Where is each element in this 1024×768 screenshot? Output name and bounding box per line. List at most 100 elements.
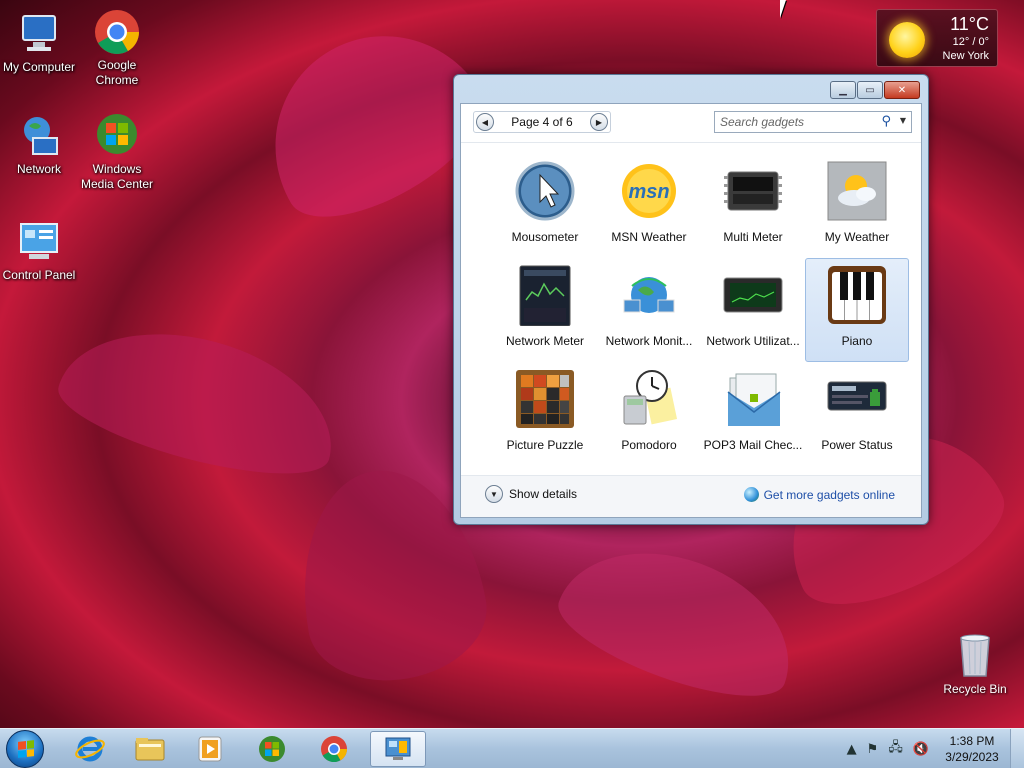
restore-button[interactable]: ▭ — [857, 81, 883, 99]
gadget-label: Piano — [841, 334, 873, 348]
page-label: Page 4 of 6 — [511, 115, 573, 129]
chevron-left-icon: ◀ — [481, 117, 489, 127]
pop3-mail-icon — [722, 368, 784, 430]
media-center-icon — [259, 736, 285, 762]
taskbar-internet-explorer[interactable] — [62, 731, 118, 767]
my-weather-icon — [826, 160, 888, 222]
get-more-gadgets-label: Get more gadgets online — [763, 487, 895, 502]
clock-time: 1:38 PM — [949, 734, 995, 748]
gadget-tile[interactable]: Power Status — [805, 362, 909, 466]
recycle-bin-icon — [951, 630, 999, 680]
network-disconnected-icon[interactable]: 🖧 — [888, 738, 903, 760]
minimize-icon: ▁ — [839, 84, 847, 96]
gadget-tile[interactable]: Multi Meter — [701, 154, 805, 258]
taskbar-chrome[interactable] — [306, 731, 362, 767]
svg-text:msn: msn — [628, 181, 669, 203]
windows-logo-icon — [18, 740, 34, 758]
search-input[interactable] — [720, 115, 870, 129]
multi-meter-icon — [722, 160, 784, 222]
network-icon — [15, 112, 63, 160]
taskbar-media-center[interactable] — [244, 731, 300, 767]
next-page-button[interactable]: ▶ — [589, 113, 608, 131]
get-more-gadgets-link[interactable]: Get more gadgets online — [743, 487, 895, 502]
gadget-label: Multi Meter — [723, 230, 783, 244]
internet-explorer-icon — [75, 736, 105, 762]
restore-icon: ▭ — [865, 84, 875, 96]
show-details-button[interactable]: ▼ Show details — [485, 485, 577, 503]
computer-icon — [15, 10, 63, 58]
gadget-tile-selected[interactable]: Piano — [805, 258, 909, 362]
power-status-icon — [826, 368, 888, 430]
close-button[interactable]: ✕ — [884, 81, 920, 99]
explorer-folder-icon — [135, 738, 165, 761]
gadget-tile[interactable]: Network Monit... — [597, 258, 701, 362]
globe-icon — [743, 487, 759, 502]
page-navigator: ◀ Page 4 of 6 ▶ — [473, 111, 611, 133]
desktop-icon-my-computer[interactable]: My Computer — [0, 10, 78, 75]
taskbar-gadgets[interactable] — [370, 731, 426, 767]
show-desktop-button[interactable] — [1010, 729, 1024, 768]
clock[interactable]: 1:38 PM 3/29/2023 — [934, 733, 1010, 765]
desktop-icon-label: Windows Media Center — [80, 162, 154, 191]
media-center-icon — [93, 112, 141, 160]
control-panel-icon — [15, 218, 63, 266]
desktop-icon-network[interactable]: Network — [0, 112, 78, 177]
gadget-label: MSN Weather — [611, 230, 687, 244]
gadget-tile[interactable]: Picture Puzzle — [493, 362, 597, 466]
gadget-label: Pomodoro — [621, 438, 677, 452]
speaker-muted-icon[interactable]: 🔇 — [913, 742, 929, 757]
desktop-icon-recycle-bin[interactable]: Recycle Bin — [940, 630, 1010, 696]
chrome-icon — [93, 8, 141, 56]
action-center-icon[interactable]: ⚑ — [867, 742, 879, 757]
close-icon: ✕ — [897, 84, 907, 96]
weather-range: 12° / 0° — [952, 36, 989, 48]
media-player-icon — [198, 736, 222, 762]
desktop-icon-windows-media-center[interactable]: Windows Media Center — [78, 112, 156, 192]
weather-gadget[interactable]: 11°C 12° / 0° New York — [876, 9, 998, 67]
gadget-label: POP3 Mail Chec... — [703, 438, 803, 452]
gadget-tile[interactable]: My Weather — [805, 154, 909, 258]
clock-date: 3/29/2023 — [945, 750, 999, 764]
gadget-label: Mousometer — [511, 230, 579, 244]
chevron-down-icon[interactable]: ▼ — [900, 116, 906, 125]
previous-page-button[interactable]: ◀ — [476, 113, 494, 131]
gadget-gallery-content: ◀ Page 4 of 6 ▶ ⚲ ▼ Mousometer msn — [460, 103, 922, 518]
sun-icon — [889, 22, 925, 58]
gadget-tile[interactable]: POP3 Mail Chec... — [701, 362, 805, 466]
gadget-tile[interactable]: Mousometer — [493, 154, 597, 258]
gadget-tile[interactable]: Network Meter — [493, 258, 597, 362]
weather-temperature: 11°C — [950, 14, 989, 34]
desktop-icon-label: Control Panel — [2, 268, 76, 282]
chevron-down-icon: ▼ — [485, 485, 503, 503]
pomodoro-icon — [618, 368, 680, 430]
show-details-label: Show details — [509, 487, 578, 501]
chevron-up-icon[interactable]: ▲ — [847, 742, 857, 757]
mouse-cursor-icon — [780, 0, 792, 18]
search-icon[interactable]: ⚲ — [881, 114, 891, 129]
gadget-label: Network Monit... — [605, 334, 693, 348]
msn-icon: msn — [618, 160, 680, 222]
gadget-tile[interactable]: Network Utilizat... — [701, 258, 805, 362]
taskbar: ▲ ⚑ 🖧 🔇 1:38 PM 3/29/2023 — [0, 728, 1024, 768]
gadget-label: Network Meter — [505, 334, 585, 348]
network-monitor-icon — [618, 264, 680, 326]
gallery-toolbar: ◀ Page 4 of 6 ▶ ⚲ ▼ — [461, 104, 921, 140]
gadget-label: Network Utilizat... — [706, 334, 800, 348]
network-utilization-icon — [722, 264, 784, 326]
gadget-label: Power Status — [821, 438, 893, 452]
gadget-label: My Weather — [824, 230, 890, 244]
desktop-icon-label: Network — [16, 162, 61, 176]
start-button[interactable] — [6, 730, 44, 768]
taskbar-windows-explorer[interactable] — [122, 731, 178, 767]
chevron-right-icon: ▶ — [595, 117, 603, 127]
desktop-icon-control-panel[interactable]: Control Panel — [0, 218, 78, 283]
minimize-button[interactable]: ▁ — [830, 81, 856, 99]
toolbar-divider — [461, 142, 921, 143]
desktop-icon-label: Recycle Bin — [943, 682, 1007, 696]
gadget-tile[interactable]: msn MSN Weather — [597, 154, 701, 258]
gallery-footer: ▼ Show details Get more gadgets online — [461, 475, 921, 517]
gadget-tile[interactable]: Pomodoro — [597, 362, 701, 466]
desktop-icon-google-chrome[interactable]: Google Chrome — [78, 8, 156, 88]
desktop-icon-label: Google Chrome — [95, 58, 139, 87]
taskbar-media-player[interactable] — [182, 731, 238, 767]
